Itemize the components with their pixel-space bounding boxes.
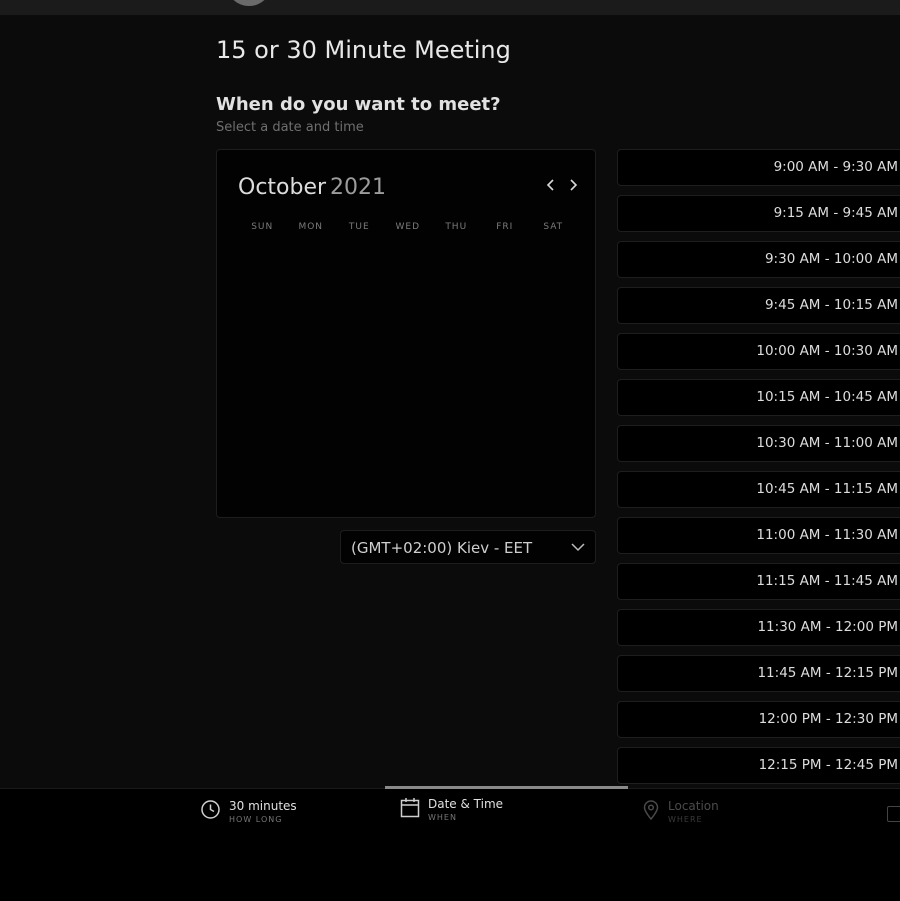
time-slot-label: 12:00 PM - 12:30 PM bbox=[758, 711, 898, 727]
time-slot-button[interactable]: 11:15 AM - 11:45 AM bbox=[617, 563, 900, 600]
weekday-label: MON bbox=[298, 222, 324, 232]
chevron-right-icon bbox=[570, 179, 578, 191]
time-slot-button[interactable]: 10:45 AM - 11:15 AM bbox=[617, 471, 900, 508]
time-slot-label: 11:30 AM - 12:00 PM bbox=[757, 619, 898, 635]
step-navigation: 30 minutes HOW LONG Date & Time WHEN Loc… bbox=[0, 786, 900, 901]
time-slot-button[interactable]: 9:15 AM - 9:45 AM bbox=[617, 195, 900, 232]
page-title: 15 or 30 Minute Meeting bbox=[216, 36, 511, 64]
weekday-label: SAT bbox=[543, 222, 564, 232]
time-slot-button[interactable]: 12:00 PM - 12:30 PM bbox=[617, 701, 900, 738]
weekday-header: SUN MON TUE WED THU FRI SAT bbox=[238, 222, 578, 232]
time-slot-label: 10:00 AM - 10:30 AM bbox=[756, 343, 898, 359]
prev-month-button[interactable] bbox=[542, 178, 560, 198]
time-slot-button[interactable]: 9:30 AM - 10:00 AM bbox=[617, 241, 900, 278]
time-slot-label: 10:15 AM - 10:45 AM bbox=[756, 389, 898, 405]
step-date-time[interactable]: Date & Time WHEN bbox=[400, 797, 503, 825]
step-location-sub: WHERE bbox=[668, 815, 703, 824]
weekday-label: THU bbox=[445, 222, 468, 232]
time-slot-label: 9:15 AM - 9:45 AM bbox=[773, 205, 898, 221]
next-step-icon[interactable] bbox=[887, 806, 900, 822]
weekday-label: SUN bbox=[251, 222, 274, 232]
time-slot-button[interactable]: 11:00 AM - 11:30 AM bbox=[617, 517, 900, 554]
time-slot-button[interactable]: 11:30 AM - 12:00 PM bbox=[617, 609, 900, 646]
chevron-down-icon bbox=[571, 543, 585, 552]
calendar-year: 2021 bbox=[330, 175, 387, 200]
calendar-panel: October 2021 SUN MON TUE WED THU FRI SAT bbox=[216, 149, 596, 518]
step-duration[interactable]: 30 minutes HOW LONG bbox=[200, 799, 297, 827]
clock-icon bbox=[201, 800, 220, 819]
time-slot-label: 9:30 AM - 10:00 AM bbox=[764, 251, 898, 267]
avatar bbox=[226, 0, 272, 6]
weekday-label: FRI bbox=[496, 222, 514, 232]
time-slot-label: 9:00 AM - 9:30 AM bbox=[773, 159, 898, 175]
step-location-title: Location bbox=[668, 799, 719, 813]
time-slot-button[interactable]: 11:45 AM - 12:15 PM bbox=[617, 655, 900, 692]
time-slot-label: 10:30 AM - 11:00 AM bbox=[756, 435, 898, 451]
calendar-month-year: October 2021 bbox=[238, 175, 386, 200]
time-slot-button[interactable]: 10:30 AM - 11:00 AM bbox=[617, 425, 900, 462]
timezone-value: (GMT+02:00) Kiev - EET bbox=[351, 539, 533, 557]
step-location[interactable]: Location WHERE bbox=[642, 799, 719, 827]
location-pin-icon bbox=[643, 800, 659, 821]
timezone-select[interactable]: (GMT+02:00) Kiev - EET bbox=[340, 530, 596, 564]
section-title: When do you want to meet? bbox=[216, 94, 501, 115]
time-slot-list[interactable]: 9:00 AM - 9:30 AM 9:15 AM - 9:45 AM 9:30… bbox=[617, 149, 900, 789]
time-slot-label: 9:45 AM - 10:15 AM bbox=[764, 297, 898, 313]
time-slot-button[interactable]: 12:15 PM - 12:45 PM bbox=[617, 747, 900, 784]
step-duration-title: 30 minutes bbox=[229, 799, 297, 813]
chevron-left-icon bbox=[546, 179, 554, 191]
time-slot-button[interactable]: 9:45 AM - 10:15 AM bbox=[617, 287, 900, 324]
calendar-icon bbox=[400, 798, 420, 818]
section-subtitle: Select a date and time bbox=[216, 120, 364, 135]
time-slot-button[interactable]: 9:00 AM - 9:30 AM bbox=[617, 149, 900, 186]
time-slot-label: 11:00 AM - 11:30 AM bbox=[756, 527, 898, 543]
step-date-time-title: Date & Time bbox=[428, 797, 504, 811]
top-bar bbox=[0, 0, 900, 15]
time-slot-label: 12:15 PM - 12:45 PM bbox=[758, 757, 898, 773]
time-slot-button[interactable]: 10:15 AM - 10:45 AM bbox=[617, 379, 900, 416]
step-date-time-sub: WHEN bbox=[428, 813, 457, 822]
time-slot-button[interactable]: 10:00 AM - 10:30 AM bbox=[617, 333, 900, 370]
active-step-indicator bbox=[385, 786, 628, 789]
weekday-label: TUE bbox=[348, 222, 370, 232]
time-slot-label: 11:45 AM - 12:15 PM bbox=[757, 665, 898, 681]
time-slot-label: 10:45 AM - 11:15 AM bbox=[756, 481, 898, 497]
step-duration-sub: HOW LONG bbox=[229, 815, 283, 824]
weekday-label: WED bbox=[395, 222, 420, 232]
time-slot-label: 11:15 AM - 11:45 AM bbox=[756, 573, 898, 589]
next-month-button[interactable] bbox=[564, 178, 582, 198]
calendar-month: October bbox=[238, 175, 327, 200]
